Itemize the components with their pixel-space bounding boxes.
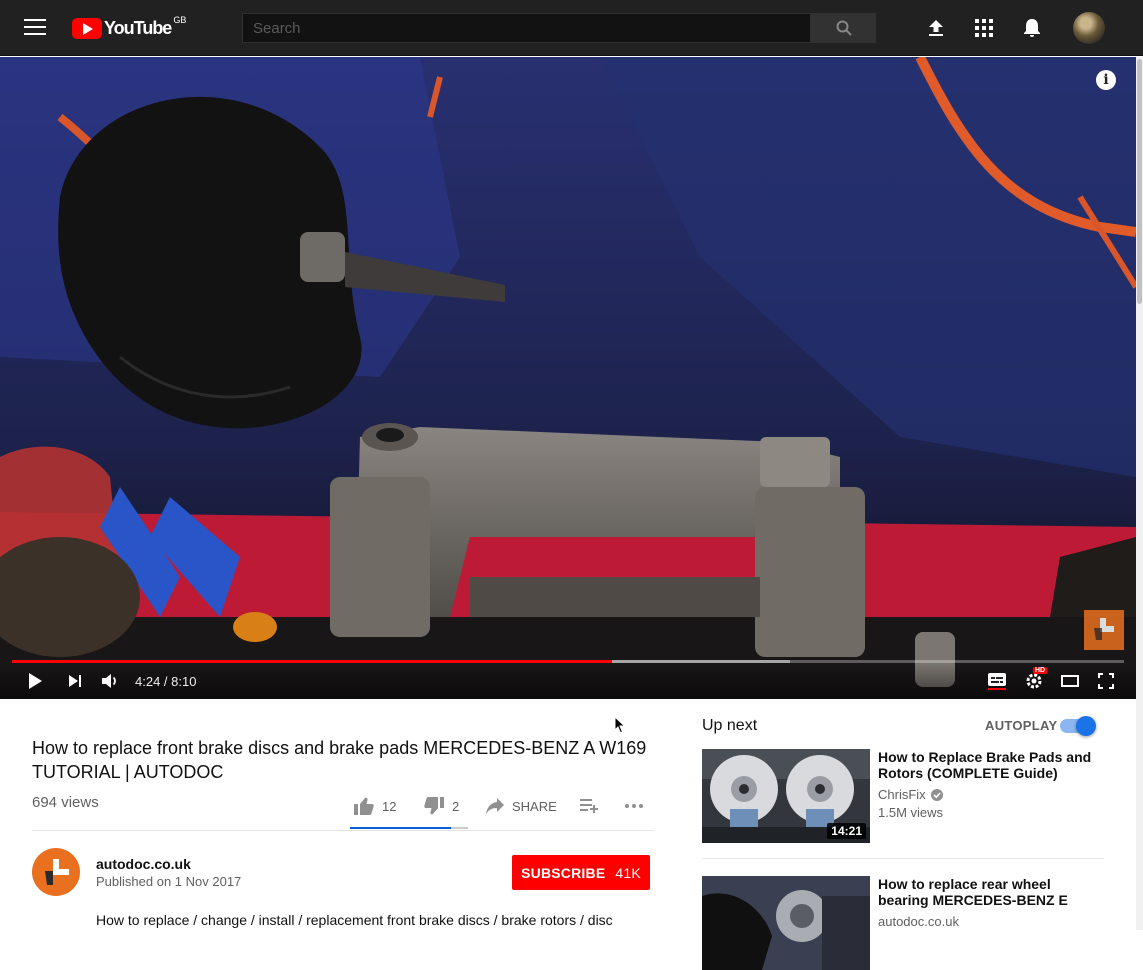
masthead: YouTube GB xyxy=(0,0,1143,56)
channel-watermark[interactable] xyxy=(1084,610,1124,650)
autoplay-label: AUTOPLAY xyxy=(985,718,1058,733)
theater-mode-icon xyxy=(1061,675,1079,687)
apps-icon[interactable] xyxy=(973,17,995,39)
video-frame xyxy=(0,57,1136,699)
video-player[interactable]: i 4:24 / 8:10 HD xyxy=(0,57,1136,699)
subtitles-button[interactable] xyxy=(986,669,1008,693)
mouse-cursor-icon xyxy=(614,716,626,734)
gear-icon xyxy=(1026,673,1042,689)
up-next-label: Up next xyxy=(702,717,758,734)
time-display: 4:24 / 8:10 xyxy=(135,674,196,689)
fullscreen-button[interactable] xyxy=(1095,669,1117,693)
volume-button[interactable] xyxy=(99,669,121,693)
divider xyxy=(32,830,654,831)
play-button[interactable] xyxy=(24,669,46,693)
like-button[interactable]: 12 xyxy=(354,796,396,816)
autoplay-toggle[interactable] xyxy=(1060,716,1096,736)
more-actions-button[interactable] xyxy=(624,796,652,816)
youtube-play-icon xyxy=(72,17,102,39)
dislike-button[interactable]: 2 xyxy=(424,796,459,816)
recommendation-item[interactable]: How to replace rear wheel bearing MERCED… xyxy=(702,876,1104,970)
info-icon[interactable]: i xyxy=(1096,70,1116,90)
duration: 8:10 xyxy=(171,674,197,689)
theater-mode-button[interactable] xyxy=(1059,669,1081,693)
subtitles-icon xyxy=(988,673,1006,690)
volume-icon xyxy=(102,674,116,688)
channel-name[interactable]: ChrisFix xyxy=(878,787,943,802)
publish-date: Published on 1 Nov 2017 xyxy=(96,874,242,889)
youtube-logo[interactable]: YouTube GB xyxy=(72,15,187,39)
current-time: 4:24 xyxy=(135,674,161,689)
player-controls: 4:24 / 8:10 HD xyxy=(0,663,1136,699)
channel-label: autodoc.co.uk xyxy=(878,914,959,929)
subscriber-count: 41K xyxy=(615,864,641,881)
view-count: 694 views xyxy=(32,794,99,811)
play-icon xyxy=(29,673,42,689)
logo-text: YouTube xyxy=(104,17,172,38)
upload-icon[interactable] xyxy=(925,17,947,39)
video-thumbnail[interactable]: 14:21 xyxy=(702,749,870,843)
autodoc-logo-icon xyxy=(1094,618,1114,640)
toggle-knob xyxy=(1076,716,1096,736)
video-description: How to replace / change / install / repl… xyxy=(96,912,613,928)
fullscreen-icon xyxy=(1098,673,1114,689)
channel-name[interactable]: autodoc.co.uk xyxy=(878,914,959,929)
page-scrollbar[interactable] xyxy=(1136,57,1143,930)
skip-next-icon xyxy=(69,675,81,687)
video-thumbnail[interactable] xyxy=(702,876,870,970)
thumbs-down-icon xyxy=(424,797,444,815)
verified-icon xyxy=(930,788,943,801)
more-horiz-icon xyxy=(625,804,643,808)
sentiment-bar xyxy=(350,827,468,829)
video-title[interactable]: How to replace rear wheel bearing MERCED… xyxy=(878,876,1098,908)
thumbnail-image xyxy=(702,876,870,970)
hd-badge: HD xyxy=(1033,667,1048,674)
search-icon xyxy=(836,20,852,36)
like-count: 12 xyxy=(382,798,397,814)
sentiment-likes xyxy=(350,827,452,829)
dislike-count: 2 xyxy=(452,798,460,814)
channel-avatar[interactable] xyxy=(32,848,80,896)
autodoc-logo-icon xyxy=(45,859,69,885)
share-icon xyxy=(486,798,504,814)
share-label: SHARE xyxy=(512,798,557,814)
thumbs-up-icon xyxy=(354,797,374,815)
divider xyxy=(702,858,1104,859)
subscribe-button[interactable]: SUBSCRIBE 41K xyxy=(512,855,650,890)
video-title: How to replace front brake discs and bra… xyxy=(32,738,647,782)
notifications-icon[interactable] xyxy=(1021,17,1043,39)
subscribe-label: SUBSCRIBE xyxy=(521,864,606,881)
playlist-add-icon xyxy=(580,799,598,813)
channel-name[interactable]: autodoc.co.uk xyxy=(96,856,191,872)
channel-label: ChrisFix xyxy=(878,787,926,802)
video-title[interactable]: How to Replace Brake Pads and Rotors (CO… xyxy=(878,749,1098,781)
avatar[interactable] xyxy=(1073,12,1105,44)
search-bar xyxy=(242,13,876,43)
menu-icon[interactable] xyxy=(24,19,46,37)
logo-region: GB xyxy=(173,15,187,25)
scrollbar-thumb[interactable] xyxy=(1137,59,1142,304)
view-count: 1.5M views xyxy=(878,805,944,820)
search-input[interactable] xyxy=(242,13,811,43)
search-button[interactable] xyxy=(811,13,876,43)
next-button[interactable] xyxy=(64,669,86,693)
add-to-playlist-button[interactable] xyxy=(580,796,606,816)
video-duration: 14:21 xyxy=(827,823,866,839)
time-separator: / xyxy=(160,674,172,689)
share-button[interactable]: SHARE xyxy=(486,796,557,816)
settings-button[interactable]: HD xyxy=(1023,667,1048,693)
recommendation-item[interactable]: 14:21 How to Replace Brake Pads and Roto… xyxy=(702,749,1104,843)
video-actions: 12 2 SHARE xyxy=(354,796,654,816)
